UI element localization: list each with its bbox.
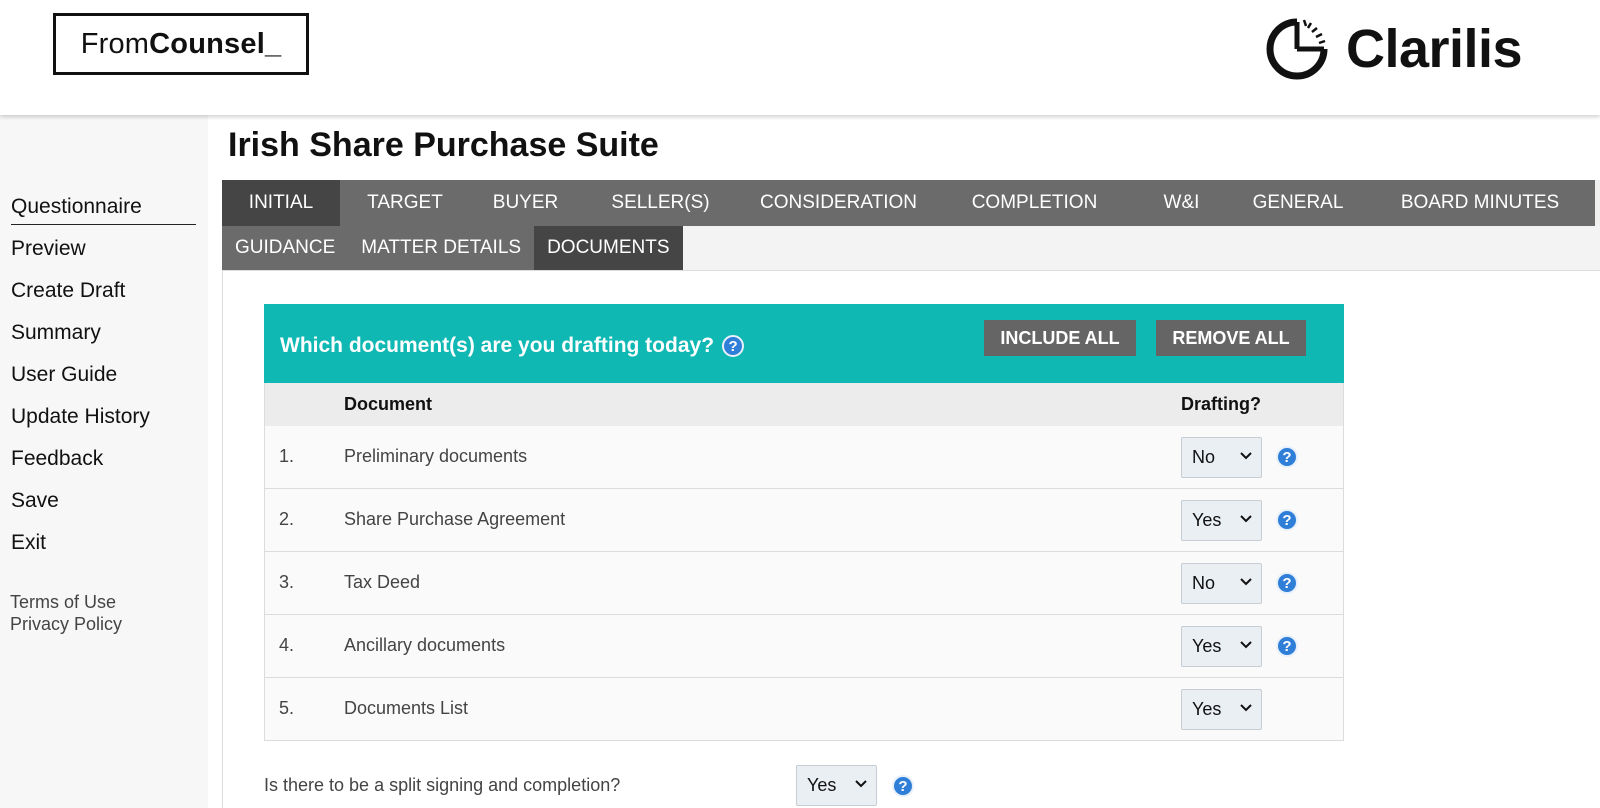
help-icon[interactable]: ? [1276, 509, 1298, 531]
page-title: Irish Share Purchase Suite [228, 126, 659, 164]
chevron-down-icon [1240, 515, 1252, 523]
row-number: 3. [279, 572, 295, 592]
clarilis-logo[interactable]: Clarilis [1264, 16, 1523, 82]
drafting-select[interactable]: Yes [1181, 626, 1262, 667]
drafting-select[interactable]: Yes [1181, 500, 1262, 541]
tab-consideration[interactable]: CONSIDERATION [740, 180, 937, 226]
sidebar-nav: Questionnaire Preview Create Draft Summa… [11, 192, 196, 570]
help-icon[interactable]: ? [1276, 635, 1298, 657]
table-row: 4. Ancillary documents Yes ? [264, 615, 1344, 678]
privacy-policy-link[interactable]: Privacy Policy [10, 613, 122, 635]
document-name: Preliminary documents [344, 446, 528, 466]
sidebar-item-preview[interactable]: Preview [11, 234, 196, 276]
select-value: No [1192, 573, 1216, 593]
table-row: 1. Preliminary documents No ? [264, 426, 1344, 489]
sidebar: Questionnaire Preview Create Draft Summa… [0, 115, 208, 808]
tab-wi[interactable]: W&I [1132, 180, 1231, 226]
logo-counsel-text: Counsel_ [149, 27, 282, 60]
select-value: Yes [1192, 510, 1222, 530]
tab-sellers[interactable]: SELLER(S) [581, 180, 740, 226]
help-icon[interactable]: ? [892, 775, 914, 797]
document-name: Documents List [344, 698, 469, 718]
chevron-down-icon [1240, 641, 1252, 649]
chevron-down-icon [1240, 452, 1252, 460]
select-value: Yes [807, 775, 837, 795]
drafting-select[interactable]: No [1181, 563, 1262, 604]
documents-panel: Which document(s) are you drafting today… [264, 304, 1344, 741]
column-header-drafting: Drafting? [1181, 394, 1261, 414]
terms-of-use-link[interactable]: Terms of Use [10, 591, 122, 613]
table-row: 2. Share Purchase Agreement Yes ? [264, 489, 1344, 552]
document-name: Tax Deed [344, 572, 421, 592]
sidebar-item-questionnaire[interactable]: Questionnaire [11, 192, 196, 225]
content-divider [222, 271, 223, 808]
table-header: Document Drafting? [264, 383, 1344, 426]
sidebar-item-update-history[interactable]: Update History [11, 402, 196, 444]
table-row: 5. Documents List Yes [264, 678, 1344, 741]
tab-general[interactable]: GENERAL [1231, 180, 1365, 226]
row-number: 2. [279, 509, 295, 529]
drafting-select[interactable]: No [1181, 437, 1262, 478]
logo-from-text: From [80, 27, 150, 60]
sidebar-item-summary[interactable]: Summary [11, 318, 196, 360]
clarilis-logo-icon [1266, 18, 1328, 80]
sidebar-item-exit[interactable]: Exit [11, 528, 196, 570]
tabs-filler [1595, 180, 1600, 226]
tab-initial[interactable]: INITIAL [222, 180, 340, 226]
row-number: 1. [279, 446, 295, 466]
legal-links: Terms of Use Privacy Policy [10, 591, 122, 635]
select-value: No [1192, 447, 1216, 467]
select-value: Yes [1192, 636, 1222, 656]
column-header-document: Document [344, 394, 433, 414]
top-header: From Counsel_ Clarilis [0, 0, 1600, 115]
sidebar-item-feedback[interactable]: Feedback [11, 444, 196, 486]
chevron-down-icon [1240, 704, 1252, 712]
chevron-down-icon [1240, 578, 1252, 586]
tab-buyer[interactable]: BUYER [470, 180, 581, 226]
sub-tabs: GUIDANCE MATTER DETAILS DOCUMENTS [222, 226, 1600, 271]
sidebar-item-create-draft[interactable]: Create Draft [11, 276, 196, 318]
document-name: Share Purchase Agreement [344, 509, 566, 529]
sidebar-item-save[interactable]: Save [11, 486, 196, 528]
subtab-guidance[interactable]: GUIDANCE [222, 226, 349, 270]
tab-completion[interactable]: COMPLETION [937, 180, 1132, 226]
panel-title: Which document(s) are you drafting today… [280, 334, 745, 358]
include-all-button[interactable]: INCLUDE ALL [984, 320, 1136, 356]
remove-all-button[interactable]: REMOVE ALL [1156, 320, 1306, 356]
help-icon[interactable]: ? [1276, 572, 1298, 594]
subtab-matter-details[interactable]: MATTER DETAILS [348, 226, 535, 270]
tab-target[interactable]: TARGET [340, 180, 470, 226]
split-signing-question: Is there to be a split signing and compl… [264, 775, 621, 795]
chevron-down-icon [855, 780, 867, 788]
clarilis-wordmark: Clarilis [1346, 19, 1523, 79]
sidebar-item-user-guide[interactable]: User Guide [11, 360, 196, 402]
split-signing-select[interactable]: Yes [796, 765, 877, 806]
tab-board-minutes[interactable]: BOARD MINUTES [1365, 180, 1595, 226]
fromcounsel-logo[interactable]: From Counsel_ [53, 13, 309, 75]
table-row: 3. Tax Deed No ? [264, 552, 1344, 615]
document-name: Ancillary documents [344, 635, 506, 655]
help-icon[interactable]: ? [722, 335, 745, 357]
help-icon[interactable]: ? [1276, 446, 1298, 468]
select-value: Yes [1192, 699, 1222, 719]
row-number: 4. [279, 635, 295, 655]
main-tabs: INITIAL TARGET BUYER SELLER(S) CONSIDERA… [222, 180, 1600, 226]
row-number: 5. [279, 698, 295, 718]
drafting-select[interactable]: Yes [1181, 689, 1262, 730]
panel-header: Which document(s) are you drafting today… [264, 304, 1344, 383]
panel-title-text: Which document(s) are you drafting today… [280, 334, 715, 357]
subtab-documents[interactable]: DOCUMENTS [534, 226, 683, 270]
